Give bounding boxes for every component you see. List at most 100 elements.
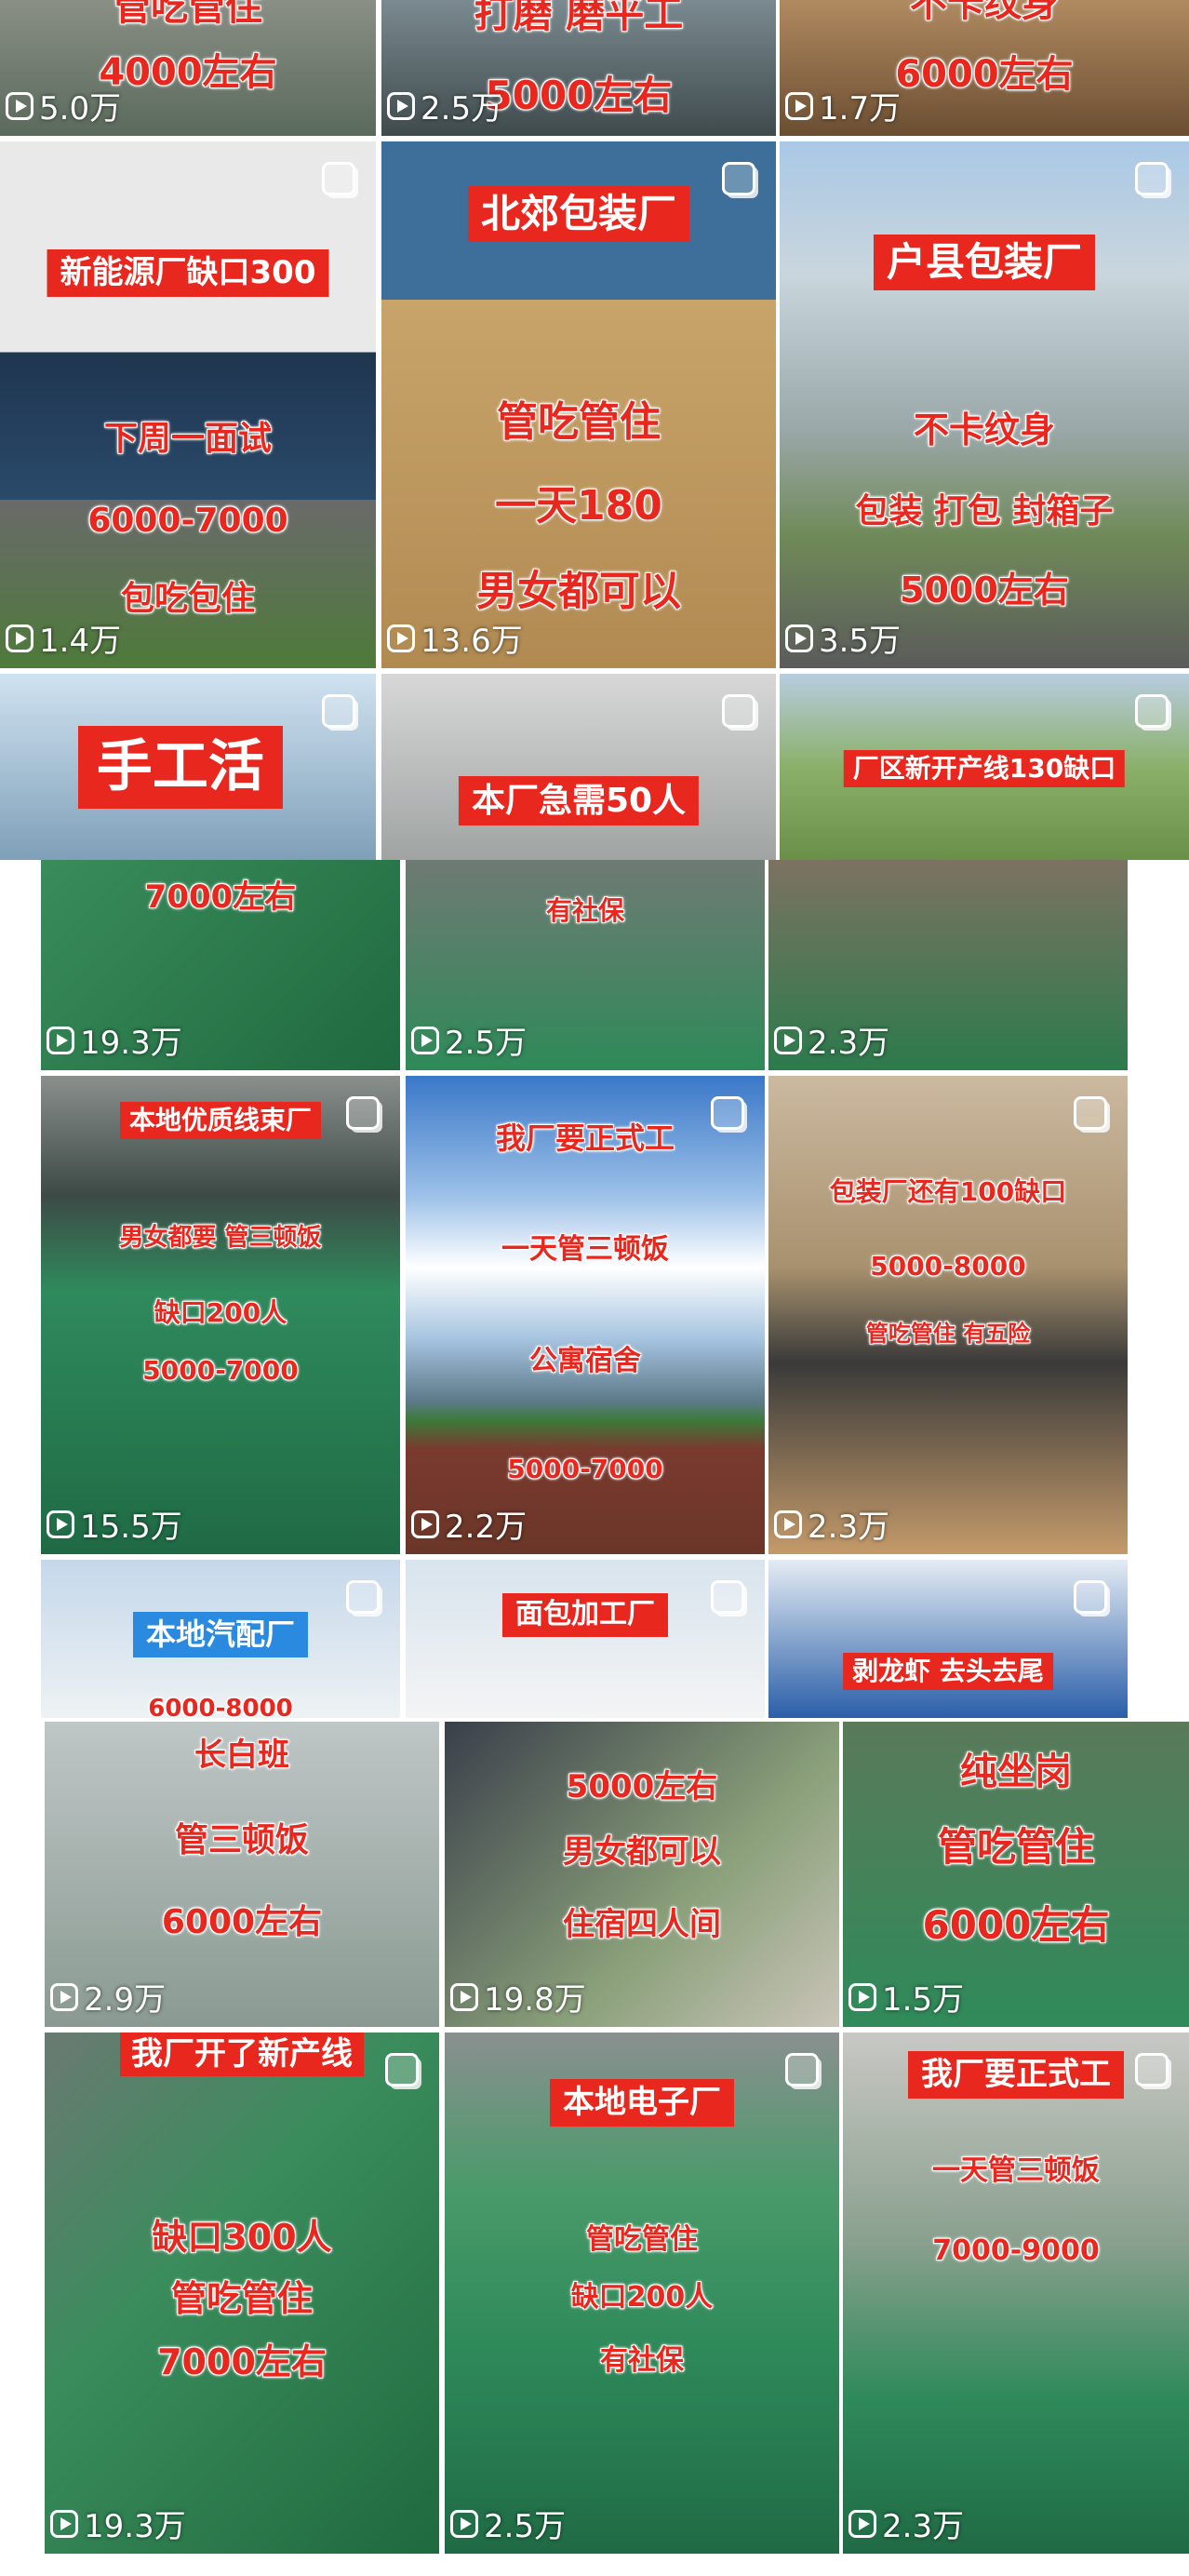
thumbnail-caption: 管吃管住 [586,2223,698,2256]
thumbnail-caption: 6000左右 [922,1902,1110,1948]
thumbnail-caption: 有社保 [545,895,625,926]
video-thumbnail[interactable]: 我厂要正式工 一天管三顿饭 7000-9000 2.3万 [843,2033,1189,2554]
video-thumbnail[interactable]: 5000左右 男女都可以 住宿四人间 19.8万 [445,1722,839,2027]
thumbnail-caption: 包装厂还有100缺口 [829,1176,1067,1207]
thumbnail-banner: 手工活 [77,726,283,809]
view-count: 5.0万 [6,83,121,128]
video-thumbnail[interactable]: 长白班 管三顿饭 6000左右 2.9万 [45,1722,439,2027]
thumbnail-caption: 5000左右 [485,73,673,118]
checkbox-icon[interactable] [722,694,755,728]
video-thumbnail[interactable]: 本地汽配厂 6000-8000 [41,1560,400,1718]
checkbox-icon[interactable] [1135,2053,1169,2086]
thumbnail-caption: 6000-8000 [148,1695,293,1718]
checkbox-icon[interactable] [1074,1096,1107,1130]
video-thumbnail[interactable]: 我厂开了新产线 缺口300人 管吃管住 7000左右 19.3万 [45,2033,439,2554]
play-icon [848,1982,876,2011]
checkbox-icon[interactable] [711,1096,744,1130]
thumbnail-caption: 缺口200人 [570,2281,714,2314]
checkbox-icon[interactable] [1135,694,1169,728]
play-icon [6,624,33,652]
checkbox-icon[interactable] [1135,162,1169,195]
thumbnail-caption: 有社保 [600,2344,684,2377]
thumbnail-caption: 管吃管住 [170,2278,314,2319]
thumbnail-banner: 我厂开了新产线 [120,2033,364,2077]
video-thumbnail[interactable]: 2.3万 [768,860,1128,1070]
play-icon [848,2509,876,2538]
video-thumbnail[interactable]: 剥龙虾 去头去尾 [768,1560,1128,1718]
thumbnail-banner: 本地电子厂 [550,2079,734,2127]
thumbnail-banner: 北郊包装厂 [467,186,690,243]
thumbnail-caption: 7000左右 [157,2341,327,2382]
thumbnail-caption: 7000左右 [144,879,297,916]
video-thumbnail[interactable]: 新能源厂缺口300 下周一面试 6000-7000 包吃包住 1.4万 [0,141,376,668]
play-icon [47,1026,74,1054]
thumbnail-caption: 管三顿饭 [174,1821,310,1859]
view-count: 3.5万 [785,615,901,661]
view-count: 2.5万 [387,83,502,128]
checkbox-icon[interactable] [346,1096,380,1130]
video-thumbnail[interactable]: 不卡纹身 6000左右 1.7万 [780,0,1189,136]
checkbox-icon[interactable] [785,2053,819,2086]
video-thumbnail[interactable]: 厂区新开产线130缺口 [780,674,1189,860]
video-thumbnail[interactable]: 打磨 磨平工 5000左右 2.5万 [381,0,776,136]
view-count: 1.5万 [848,1974,964,2019]
thumbnail-caption: 打磨 磨平工 [474,0,684,36]
checkbox-icon[interactable] [385,2053,419,2086]
video-thumbnail[interactable]: 户县包装厂 不卡纹身 包装 打包 封箱子 5000左右 3.5万 [780,141,1189,668]
checkbox-icon[interactable] [711,1580,744,1614]
video-thumbnail[interactable]: 有社保 2.5万 [406,860,765,1070]
thumbnail-caption: 管吃管住 有五险 [865,1321,1031,1347]
thumbnail-banner: 新能源厂缺口300 [47,249,329,298]
view-count: 13.6万 [387,615,523,661]
thumbnail-caption: 5000左右 [900,570,1069,610]
video-thumbnail[interactable]: 纯坐岗 管吃管住 6000左右 1.5万 [843,1722,1189,2027]
view-count: 2.3万 [774,1501,889,1547]
view-count: 19.3万 [50,2501,186,2546]
thumbnail-caption: 缺口200人 [154,1297,287,1328]
thumbnail-banner: 剥龙虾 去头去尾 [843,1653,1053,1691]
view-count: 2.5万 [411,1017,527,1063]
view-count: 15.5万 [47,1501,182,1547]
thumbnail-caption: 7000-9000 [932,2234,1100,2267]
thumbnail-caption: 4000左右 [99,51,277,94]
view-count: 2.9万 [50,1974,166,2019]
play-icon [387,91,415,120]
thumbnail-caption: 一天管三顿饭 [932,2154,1100,2187]
play-icon [50,2509,78,2538]
thumbnail-caption: 5000-7000 [142,1355,299,1386]
video-thumbnail[interactable]: 包装厂还有100缺口 5000-8000 管吃管住 有五险 2.3万 [768,1076,1128,1554]
thumbnail-caption: 包吃包住 [120,580,256,618]
view-count: 19.3万 [47,1017,182,1063]
video-thumbnail[interactable]: 本地优质线束厂 男女都要 管三顿饭 缺口200人 5000-7000 15.5万 [41,1076,400,1554]
checkbox-icon[interactable] [322,694,355,728]
thumbnail-caption: 包装 打包 封箱子 [855,492,1114,530]
video-thumbnail[interactable]: 面包加工厂 [406,1560,765,1718]
thumbnail-caption: 6000左右 [895,53,1074,96]
thumbnail-caption: 6000左右 [161,1903,323,1941]
checkbox-icon[interactable] [322,162,355,195]
thumbnail-banner: 本地汽配厂 [132,1612,309,1657]
play-icon [774,1026,802,1054]
video-thumbnail[interactable]: 7000左右 19.3万 [41,860,400,1070]
checkbox-icon[interactable] [722,162,755,195]
play-icon [411,1026,439,1054]
thumbnail-caption: 住宿四人间 [563,1906,721,1943]
checkbox-icon[interactable] [1074,1580,1107,1614]
play-icon [450,1982,478,2011]
video-thumbnail[interactable]: 本地电子厂 管吃管住 缺口200人 有社保 2.5万 [445,2033,839,2554]
play-icon [47,1509,74,1538]
video-thumbnail[interactable]: 手工活 [0,674,376,860]
play-icon [6,91,33,120]
video-thumbnail[interactable]: 本厂急需50人 [381,674,776,860]
view-count: 2.2万 [411,1501,527,1547]
checkbox-icon[interactable] [346,1580,380,1614]
video-thumbnail[interactable]: 我厂要正式工 一天管三顿饭 公寓宿舍 5000-7000 2.2万 [406,1076,765,1554]
video-thumbnail[interactable]: 管吃管住 4000左右 5.0万 [0,0,376,136]
view-count: 2.3万 [774,1017,889,1063]
thumbnail-caption: 不卡纹身 [913,409,1056,450]
thumbnail-caption: 公寓宿舍 [529,1345,641,1377]
thumbnail-banner: 厂区新开产线130缺口 [843,750,1126,788]
thumbnail-caption: 管吃管住 [497,398,661,446]
thumbnail-banner: 面包加工厂 [502,1593,668,1637]
video-thumbnail[interactable]: 北郊包装厂 管吃管住 一天180 男女都可以 13.6万 [381,141,776,668]
